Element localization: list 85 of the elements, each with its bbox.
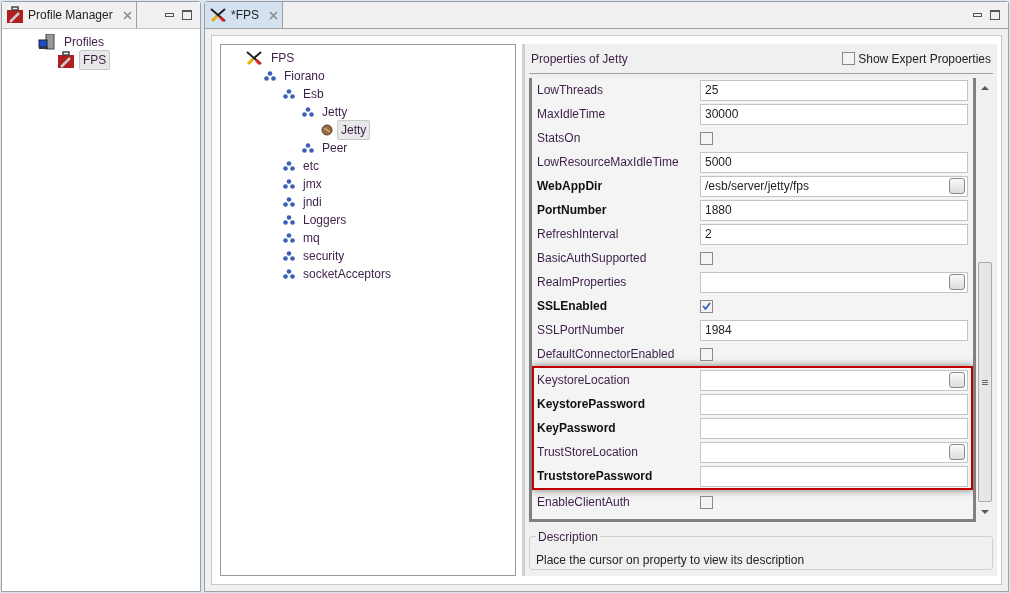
close-icon[interactable] bbox=[122, 10, 132, 20]
input-field[interactable]: 5000 bbox=[700, 151, 968, 173]
input-field[interactable] bbox=[700, 441, 968, 463]
property-label: LowResourceMaxIdleTime bbox=[537, 154, 680, 171]
checkbox[interactable] bbox=[700, 495, 713, 509]
property-label: KeystoreLocation bbox=[537, 372, 631, 389]
tools-icon bbox=[245, 50, 263, 66]
node-icon bbox=[283, 233, 295, 243]
checkbox[interactable] bbox=[700, 347, 713, 361]
tree-item[interactable]: Jetty bbox=[318, 102, 352, 122]
node-icon bbox=[283, 179, 295, 189]
property-label: KeyPassword bbox=[537, 420, 617, 437]
input-field[interactable]: 2 bbox=[700, 223, 968, 245]
input-field[interactable] bbox=[700, 271, 968, 293]
browse-button[interactable] bbox=[949, 372, 965, 388]
node-icon bbox=[283, 251, 295, 261]
browse-button[interactable] bbox=[949, 178, 965, 194]
maximize-button[interactable] bbox=[990, 10, 1000, 20]
node-icon bbox=[264, 71, 276, 81]
property-label: MaxIdleTime bbox=[537, 106, 607, 123]
property-label: StatsOn bbox=[537, 130, 582, 147]
node-icon bbox=[283, 197, 295, 207]
property-label: RefreshInterval bbox=[537, 226, 620, 243]
tree-item[interactable]: mq bbox=[299, 228, 324, 248]
panel-title: Properties of Jetty bbox=[531, 50, 628, 68]
property-label: SSLEnabled bbox=[537, 298, 608, 315]
checkbox[interactable] bbox=[700, 251, 713, 265]
tree-item[interactable]: Jetty bbox=[337, 120, 371, 140]
input-field[interactable] bbox=[700, 417, 968, 439]
tree-item[interactable]: Loggers bbox=[299, 210, 351, 230]
tree-item[interactable]: Peer bbox=[318, 138, 352, 158]
property-label: TruststorePassword bbox=[537, 468, 654, 485]
property-label: PortNumber bbox=[537, 202, 608, 219]
input-field[interactable]: /esb/server/jetty/fps bbox=[700, 175, 968, 197]
property-label: WebAppDir bbox=[537, 178, 604, 195]
property-label: BasicAuthSupported bbox=[537, 250, 648, 267]
tree-item[interactable]: Fiorano bbox=[280, 66, 329, 86]
tree-item[interactable]: Profiles bbox=[60, 32, 108, 52]
tree-item[interactable]: FPS bbox=[79, 50, 111, 70]
scroll-up-icon[interactable] bbox=[980, 86, 989, 90]
toolbox-icon bbox=[57, 51, 75, 69]
tree-item[interactable]: FPS bbox=[267, 48, 299, 68]
tree-item[interactable]: Esb bbox=[299, 84, 328, 104]
checkbox[interactable] bbox=[842, 52, 856, 65]
tools-icon bbox=[209, 7, 227, 23]
maximize-button[interactable] bbox=[182, 10, 192, 20]
node-icon bbox=[283, 89, 295, 99]
bean-icon bbox=[321, 124, 333, 136]
input-field[interactable]: 30000 bbox=[700, 103, 968, 125]
node-icon bbox=[302, 107, 314, 117]
tree-item[interactable]: jndi bbox=[299, 192, 326, 212]
property-label: RealmProperties bbox=[537, 274, 628, 291]
description-text: Place the cursor on property to view its description bbox=[536, 553, 805, 567]
property-label: EnableClientAuth bbox=[537, 494, 631, 511]
browse-button[interactable] bbox=[949, 274, 965, 290]
node-icon bbox=[283, 161, 295, 171]
input-field[interactable] bbox=[700, 369, 968, 391]
checkbox[interactable] bbox=[700, 299, 713, 313]
tree-item[interactable]: etc bbox=[299, 156, 323, 176]
tree-item[interactable]: socketAcceptors bbox=[299, 264, 396, 284]
input-field[interactable]: 1984 bbox=[700, 319, 968, 341]
node-icon bbox=[283, 215, 295, 225]
checkbox[interactable] bbox=[700, 131, 713, 145]
property-label: LowThreads bbox=[537, 82, 605, 99]
input-field[interactable]: 1880 bbox=[700, 199, 968, 221]
node-icon bbox=[283, 269, 295, 279]
tree-item[interactable]: jmx bbox=[299, 174, 326, 194]
expert-checkbox[interactable]: Show Expert Propoerties bbox=[842, 49, 991, 68]
property-label: DefaultConnectorEnabled bbox=[537, 346, 676, 363]
node-icon bbox=[302, 143, 314, 153]
computer-icon bbox=[38, 34, 56, 50]
close-icon[interactable] bbox=[269, 10, 278, 20]
toolbox-icon bbox=[6, 6, 24, 24]
input-field[interactable] bbox=[700, 393, 968, 415]
scroll-down-icon[interactable] bbox=[980, 510, 989, 514]
minimize-button[interactable] bbox=[973, 13, 982, 17]
input-field[interactable] bbox=[700, 465, 968, 487]
property-label: KeystorePassword bbox=[537, 396, 647, 413]
property-label: TrustStoreLocation bbox=[537, 444, 639, 461]
tree-item[interactable]: security bbox=[299, 246, 349, 266]
property-label: SSLPortNumber bbox=[537, 322, 626, 339]
browse-button[interactable] bbox=[949, 444, 965, 460]
input-field[interactable]: 25 bbox=[700, 79, 968, 101]
minimize-button[interactable] bbox=[165, 13, 174, 17]
scroll-thumb[interactable] bbox=[977, 262, 992, 502]
